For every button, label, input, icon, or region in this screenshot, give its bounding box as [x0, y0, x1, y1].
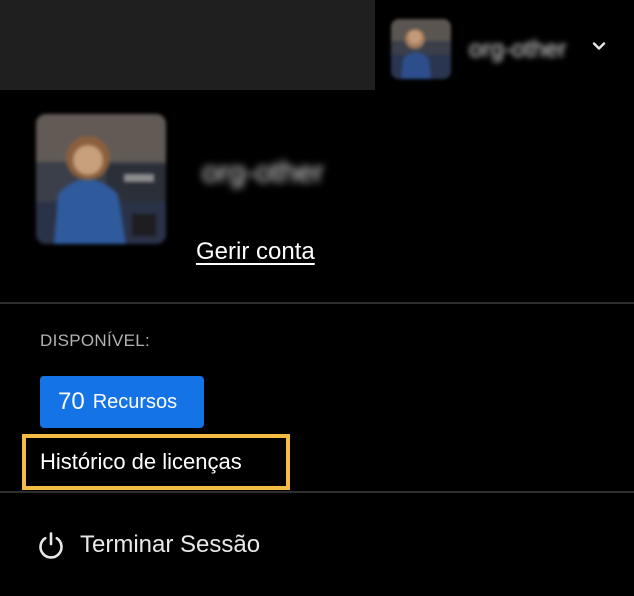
chevron-down-icon[interactable]: [591, 38, 607, 54]
resources-count: 70: [58, 388, 85, 415]
divider: [0, 302, 634, 304]
resources-button[interactable]: 70 Recursos: [40, 376, 204, 428]
header-avatar: [391, 19, 451, 79]
available-label: DISPONÍVEL:: [40, 331, 151, 350]
power-icon: [36, 530, 66, 560]
license-history-link[interactable]: Histórico de licenças: [22, 434, 290, 490]
sign-out-label: Terminar Sessão: [80, 531, 261, 558]
account-switcher-button[interactable]: org-other: [375, 0, 634, 90]
header-account-name: org-other: [469, 36, 567, 63]
header-left-area: [0, 0, 375, 90]
sign-out-button[interactable]: Terminar Sessão: [36, 528, 260, 562]
manage-account-link[interactable]: Gerir conta: [196, 238, 315, 266]
profile-avatar: [36, 114, 166, 244]
profile-account-name: org-other: [202, 156, 324, 189]
account-menu-panel: org-other org-other Gerir conta DISPONÍV…: [0, 0, 634, 596]
resources-label: Recursos: [92, 390, 178, 413]
divider: [0, 491, 634, 493]
